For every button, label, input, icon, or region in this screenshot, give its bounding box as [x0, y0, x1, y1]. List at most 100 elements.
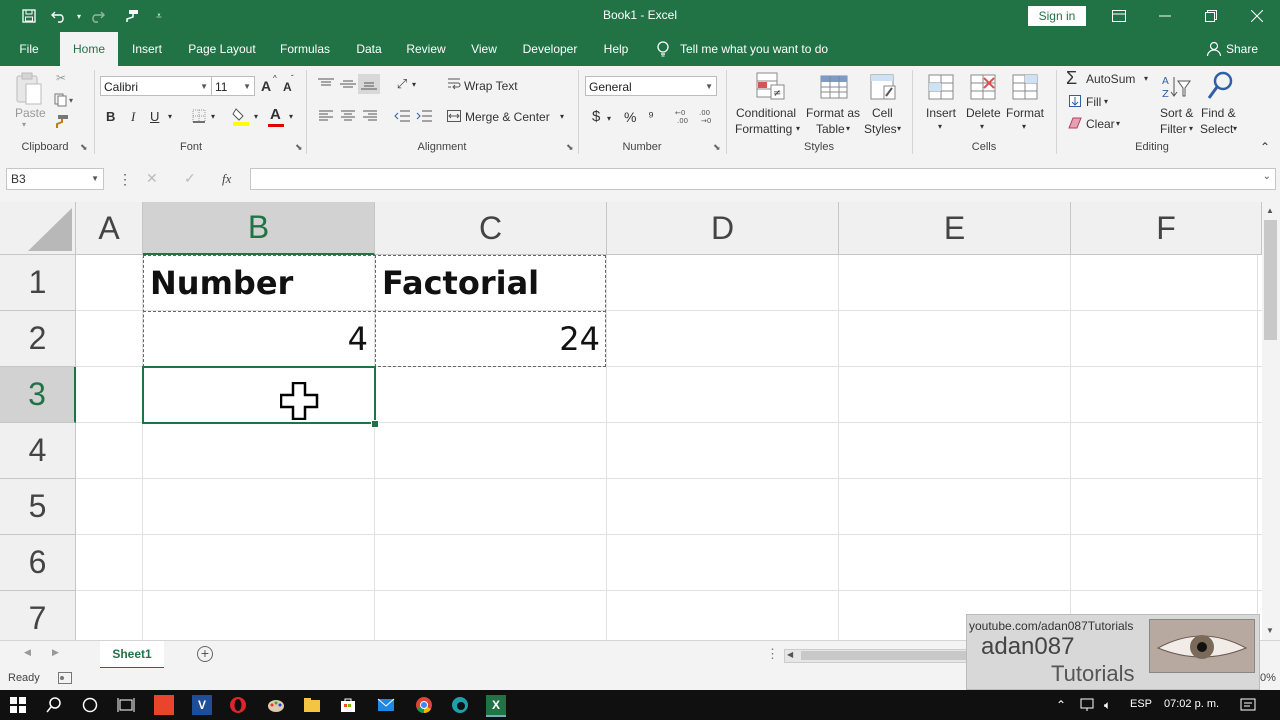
tell-me-search[interactable]: Tell me what you want to do: [680, 32, 840, 66]
file-explorer-icon[interactable]: [302, 695, 322, 715]
app-icon-red[interactable]: [154, 695, 174, 715]
insert-function-icon[interactable]: fx: [222, 171, 231, 187]
sheet-tab-sheet1[interactable]: Sheet1: [100, 641, 164, 669]
insert-cells-icon[interactable]: [926, 72, 956, 102]
tab-formulas[interactable]: Formulas: [274, 32, 336, 66]
autosum-button[interactable]: AutoSum: [1086, 72, 1135, 86]
tab-review[interactable]: Review: [400, 32, 452, 66]
cell-b2[interactable]: 4: [143, 311, 375, 367]
add-sheet-icon[interactable]: +: [197, 646, 213, 662]
number-format-select[interactable]: General ▼: [585, 76, 717, 96]
fill-handle[interactable]: [371, 420, 379, 428]
fill-color-icon[interactable]: [232, 106, 250, 126]
chevron-down-icon[interactable]: ▾: [897, 124, 901, 133]
chevron-down-icon[interactable]: ▾: [168, 112, 172, 121]
row-header-7[interactable]: 7: [0, 591, 76, 640]
cell-c1[interactable]: Factorial: [375, 255, 607, 311]
cut-icon[interactable]: ✂: [52, 70, 70, 86]
format-cells-button[interactable]: Format: [1006, 106, 1044, 120]
confirm-entry-icon[interactable]: ✓: [184, 170, 196, 187]
scroll-thumb[interactable]: [801, 651, 971, 660]
row-header-4[interactable]: 4: [0, 423, 76, 479]
chevron-down-icon[interactable]: ▾: [1116, 119, 1120, 128]
find-select-label-2[interactable]: Select: [1200, 122, 1233, 136]
font-launcher-icon[interactable]: ⬊: [295, 142, 303, 153]
opera-icon[interactable]: [228, 695, 248, 715]
windows-start-icon[interactable]: [8, 695, 28, 715]
chevron-down-icon[interactable]: ▾: [980, 122, 984, 131]
chevron-down-icon[interactable]: ▾: [1144, 74, 1148, 83]
align-left-icon[interactable]: [316, 108, 336, 124]
comma-style-button[interactable]: ⁹: [648, 108, 654, 124]
wrap-text-button[interactable]: Wrap Text: [464, 79, 518, 93]
format-as-table-label-1[interactable]: Format as: [806, 106, 860, 120]
delete-cells-icon[interactable]: [968, 72, 998, 102]
chevron-down-icon[interactable]: ▾: [1189, 124, 1193, 133]
row-header-2[interactable]: 2: [0, 311, 76, 367]
chevron-down-icon[interactable]: ▾: [1022, 122, 1026, 131]
chevron-down-icon[interactable]: ▾: [560, 112, 564, 121]
collapse-ribbon-icon[interactable]: ⌃: [1260, 140, 1270, 154]
cell-b1[interactable]: Number: [143, 255, 375, 311]
tab-page-layout[interactable]: Page Layout: [180, 32, 264, 66]
ribbon-display-icon[interactable]: [1096, 0, 1142, 32]
align-right-icon[interactable]: [360, 108, 380, 124]
chevron-down-icon[interactable]: ▾: [938, 122, 942, 131]
task-view-icon[interactable]: [116, 695, 136, 715]
conditional-formatting-label-1[interactable]: Conditional: [736, 106, 796, 120]
more-options-icon[interactable]: ⋮: [118, 171, 132, 188]
format-as-table-icon[interactable]: [818, 72, 850, 102]
worksheet-grid[interactable]: A B C D E F 1 2 3 4 5 6 7 Number Factori…: [0, 202, 1262, 640]
sort-filter-label-2[interactable]: Filter: [1160, 122, 1187, 136]
merge-center-icon[interactable]: [446, 108, 462, 124]
cell-styles-label-2[interactable]: Styles: [864, 122, 897, 136]
underline-button[interactable]: U: [150, 109, 159, 124]
name-box[interactable]: B3 ▼: [6, 168, 104, 190]
search-icon[interactable]: [44, 695, 64, 715]
column-header-e[interactable]: E: [839, 202, 1071, 255]
tab-view[interactable]: View: [462, 32, 506, 66]
volume-icon[interactable]: 🔈︎: [1104, 698, 1111, 713]
chevron-down-icon[interactable]: ▾: [846, 124, 850, 133]
active-cell-b3[interactable]: [142, 366, 376, 424]
eraser-icon[interactable]: [1068, 116, 1082, 130]
tab-help[interactable]: Help: [594, 32, 638, 66]
borders-icon[interactable]: [190, 108, 208, 124]
italic-button[interactable]: I: [131, 109, 135, 125]
format-painter-icon[interactable]: [52, 114, 70, 130]
prev-sheet-icon[interactable]: ◀: [24, 647, 31, 658]
decrease-decimal-icon[interactable]: .00 →0: [698, 108, 718, 124]
edge-icon[interactable]: [450, 695, 470, 715]
tab-developer[interactable]: Developer: [516, 32, 584, 66]
restore-icon[interactable]: [1188, 0, 1234, 32]
delete-cells-button[interactable]: Delete: [966, 106, 1001, 120]
scroll-thumb[interactable]: [1264, 220, 1277, 340]
row-header-6[interactable]: 6: [0, 535, 76, 591]
clear-button[interactable]: Clear: [1086, 117, 1115, 131]
cortana-icon[interactable]: [80, 695, 100, 715]
notifications-icon[interactable]: [1240, 697, 1256, 716]
find-select-icon[interactable]: [1206, 70, 1236, 102]
tab-insert[interactable]: Insert: [124, 32, 170, 66]
merge-center-button[interactable]: Merge & Center: [465, 110, 550, 124]
network-icon[interactable]: [1080, 698, 1094, 715]
chevron-down-icon[interactable]: ▾: [1233, 124, 1237, 133]
column-header-a[interactable]: A: [76, 202, 143, 255]
increase-indent-icon[interactable]: [414, 108, 434, 124]
store-icon[interactable]: [338, 695, 358, 715]
column-header-c[interactable]: C: [375, 202, 607, 255]
format-as-table-label-2[interactable]: Table: [816, 122, 845, 136]
sort-filter-icon[interactable]: AZ: [1160, 72, 1192, 102]
select-all-button[interactable]: [0, 202, 76, 255]
fill-icon[interactable]: [1068, 94, 1082, 108]
sign-in-button[interactable]: Sign in: [1028, 6, 1086, 26]
autosum-icon[interactable]: Σ: [1066, 68, 1077, 89]
zoom-level[interactable]: 0%: [1260, 672, 1276, 684]
align-center-icon[interactable]: [338, 108, 358, 124]
orientation-icon[interactable]: ⤢: [392, 76, 412, 92]
find-select-label-1[interactable]: Find &: [1201, 106, 1236, 120]
chevron-down-icon[interactable]: ▾: [211, 112, 215, 121]
cancel-entry-icon[interactable]: ✕: [146, 170, 158, 187]
increase-decimal-icon[interactable]: ←0.00: [674, 108, 694, 124]
excel-taskbar-icon[interactable]: X: [486, 695, 506, 717]
